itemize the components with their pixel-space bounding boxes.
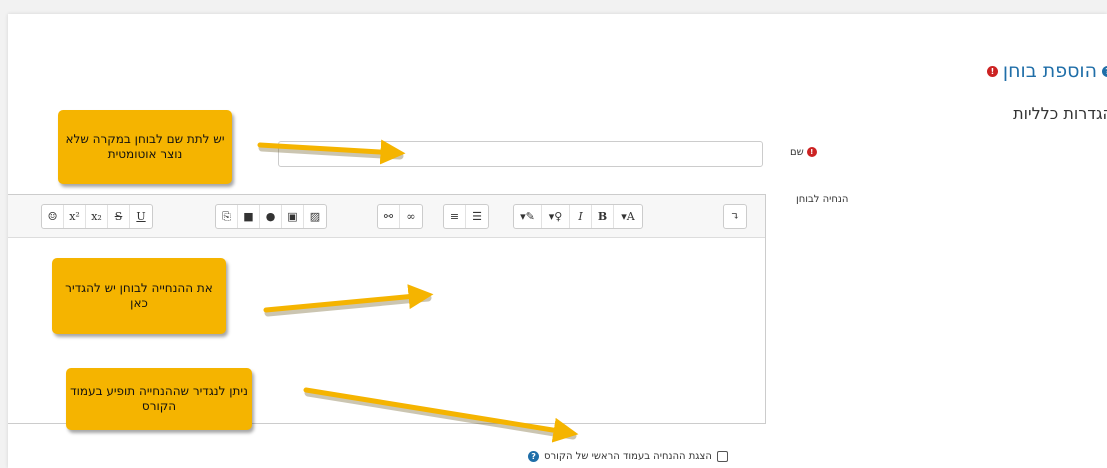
quiz-form-page: ? הוספת בוחן ! הגדרות כלליות !שם הנחיה ל… [8, 14, 1107, 468]
arrow-display [303, 387, 579, 443]
annotation-arrows [257, 139, 579, 443]
